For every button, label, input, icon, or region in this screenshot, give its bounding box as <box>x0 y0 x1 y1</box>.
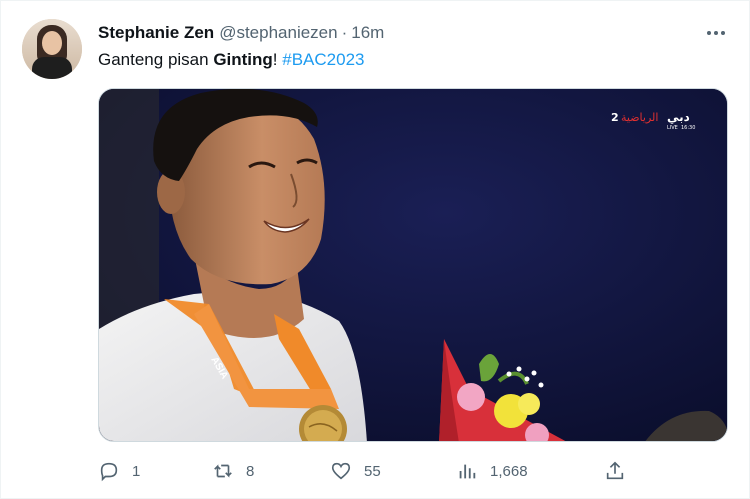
timestamp[interactable]: 16m <box>351 23 384 43</box>
user-handle[interactable]: @stephaniezen <box>219 23 337 43</box>
share-icon <box>604 460 626 482</box>
views-button[interactable]: 1,668 <box>456 457 528 485</box>
reply-count: 1 <box>132 462 141 480</box>
tweet-text-bold: Ginting <box>213 50 273 69</box>
separator-dot: · <box>341 23 348 42</box>
avatar[interactable] <box>22 19 82 79</box>
heart-icon <box>330 460 352 482</box>
tweet-text: Ganteng pisan Ginting! #BAC2023 <box>98 49 364 71</box>
reply-icon <box>98 460 120 482</box>
views-count: 1,668 <box>490 462 528 480</box>
views-icon <box>456 460 478 482</box>
live-label: LIVE <box>667 125 678 131</box>
like-count: 55 <box>364 462 381 480</box>
tweet-header: Stephanie Zen @stephaniezen · 16m <box>98 21 384 45</box>
tweet-media-image[interactable]: ASIA 2 الرياضية دبي LIVE 16:30 <box>98 88 728 442</box>
display-name[interactable]: Stephanie Zen <box>98 23 214 43</box>
tweet-actions-bar: 1 8 55 1,668 <box>98 457 728 485</box>
reply-button[interactable]: 1 <box>98 457 140 485</box>
channel-arabic: الرياضية <box>621 111 658 124</box>
retweet-icon <box>212 460 234 482</box>
retweet-count: 8 <box>246 462 255 480</box>
channel-logo-mark: دبي <box>667 110 690 124</box>
more-icon[interactable] <box>704 23 728 43</box>
share-button[interactable] <box>604 457 626 485</box>
channel-number: 2 <box>611 111 619 124</box>
like-button[interactable]: 55 <box>330 457 381 485</box>
retweet-button[interactable]: 8 <box>212 457 254 485</box>
live-time: 16:30 <box>681 125 695 131</box>
tweet-text-prefix: Ganteng pisan <box>98 50 214 69</box>
hashtag-link[interactable]: #BAC2023 <box>282 50 364 69</box>
tweet-card[interactable]: Stephanie Zen @stephaniezen · 16m Ganten… <box>0 0 750 499</box>
tweet-text-suffix: ! <box>272 50 283 69</box>
